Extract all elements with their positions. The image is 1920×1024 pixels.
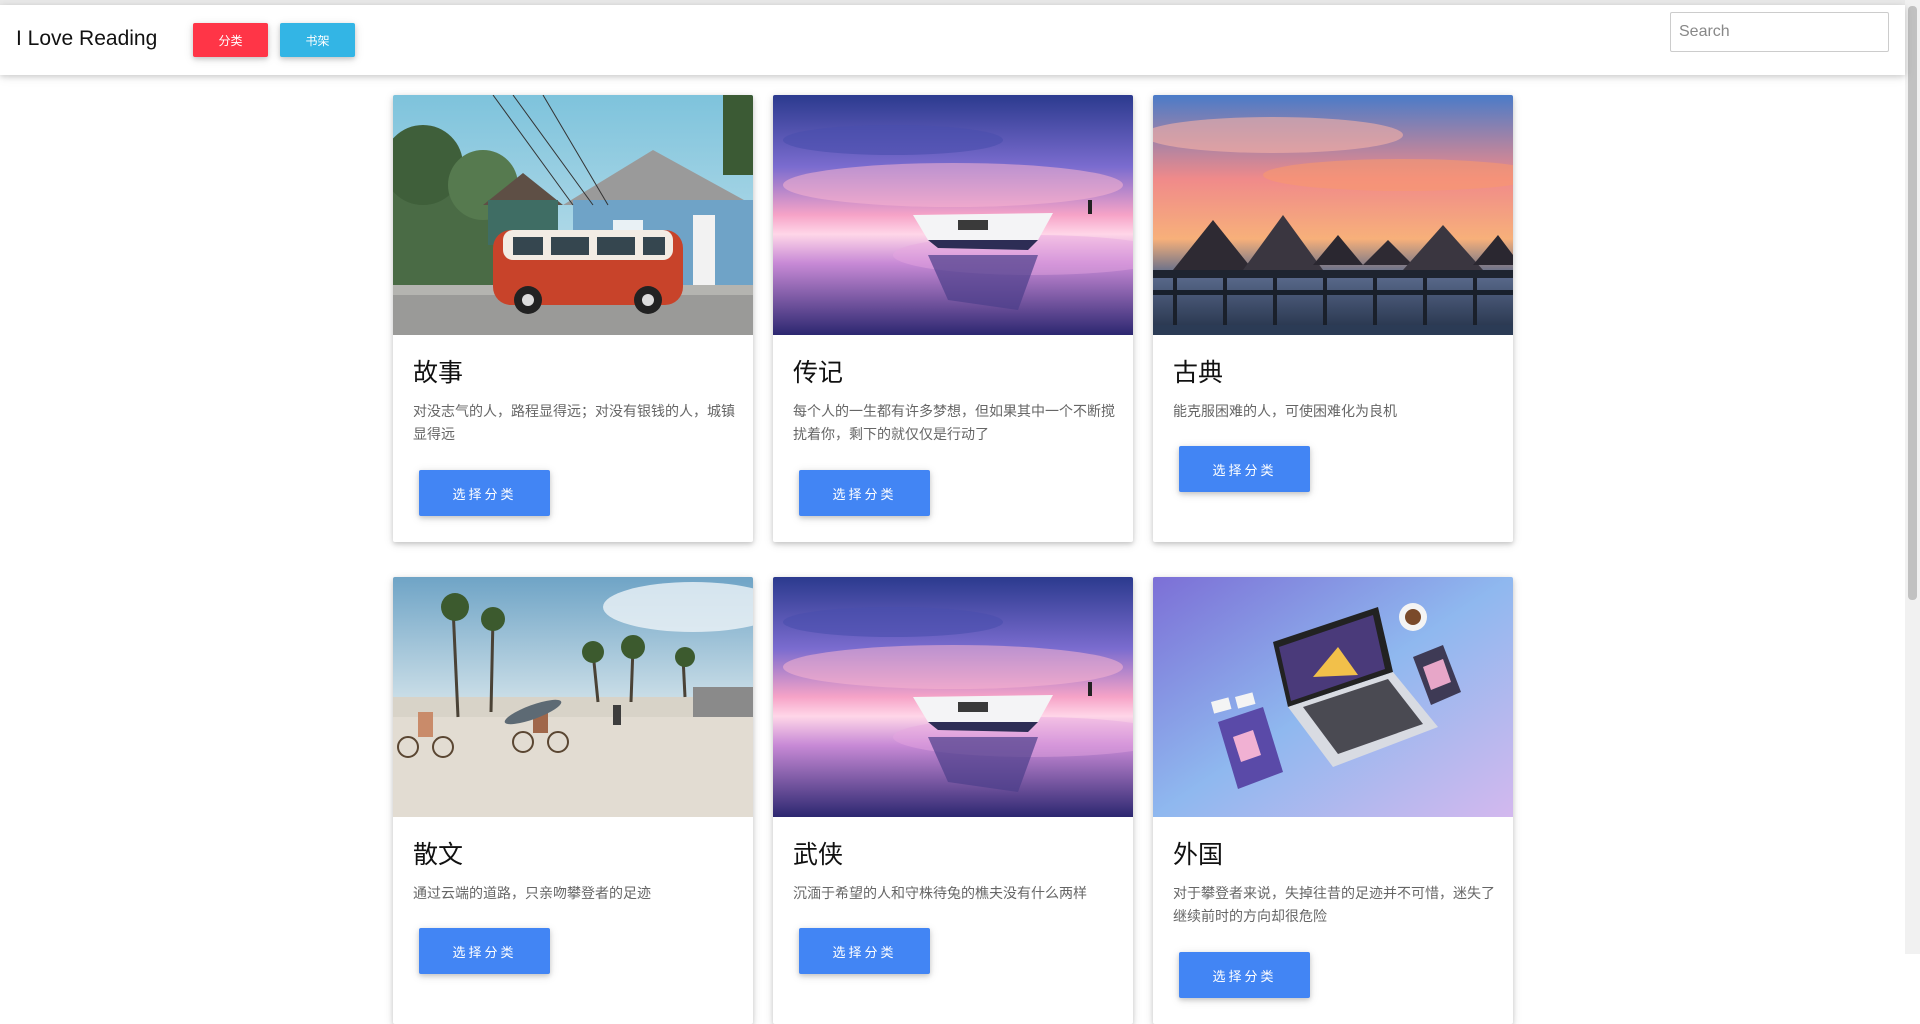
card-title: 古典	[1173, 358, 1224, 387]
category-card: 故事 对没志气的人，路程显得远；对没有银钱的人，城镇显得远 选择分类	[393, 95, 753, 542]
card-title: 武侠	[793, 840, 844, 869]
card-description: 通过云端的道路，只亲吻攀登者的足迹	[413, 886, 651, 902]
card-image-boat-sunset	[773, 577, 1133, 817]
category-card: 武侠 沉湎于希望的人和守株待兔的樵夫没有什么两样 选择分类	[773, 577, 1133, 1024]
category-card: 外国 对于攀登者来说，失掉往昔的足迹并不可惜，迷失了继续前时的方向却很危险 选择…	[1153, 577, 1513, 1024]
card-title: 传记	[793, 358, 844, 387]
card-image-laptop-mockup	[1153, 577, 1513, 817]
card-image-boat-sunset	[773, 95, 1133, 335]
card-description: 沉湎于希望的人和守株待兔的樵夫没有什么两样	[793, 886, 1087, 902]
card-image-van-street	[393, 95, 753, 335]
category-card: 传记 每个人的一生都有许多梦想，但如果其中一个不断搅扰着你，剩下的就仅仅是行动了…	[773, 95, 1133, 542]
card-description: 对没志气的人，路程显得远；对没有银钱的人，城镇显得远	[413, 404, 735, 443]
select-category-button[interactable]: 选择分类	[799, 470, 930, 516]
category-button[interactable]: 分类	[193, 23, 268, 57]
category-card: 散文 通过云端的道路，只亲吻攀登者的足迹 选择分类	[393, 577, 753, 1024]
select-category-button[interactable]: 选择分类	[419, 470, 550, 516]
card-image-overwater-bungalows	[1153, 95, 1513, 335]
card-title: 故事	[413, 358, 464, 387]
scrollbar-thumb[interactable]	[1908, 6, 1917, 600]
select-category-button[interactable]: 选择分类	[799, 928, 930, 974]
card-description: 能克服困难的人，可使困难化为良机	[1173, 404, 1397, 420]
card-title: 散文	[413, 840, 464, 869]
select-category-button[interactable]: 选择分类	[1179, 446, 1310, 492]
select-category-button[interactable]: 选择分类	[419, 928, 550, 974]
select-category-button[interactable]: 选择分类	[1179, 952, 1310, 998]
bookshelf-button[interactable]: 书架	[280, 23, 355, 57]
card-description: 每个人的一生都有许多梦想，但如果其中一个不断搅扰着你，剩下的就仅仅是行动了	[793, 404, 1115, 443]
card-image-beach-cyclists	[393, 577, 753, 817]
card-description: 对于攀登者来说，失掉往昔的足迹并不可惜，迷失了继续前时的方向却很危险	[1173, 886, 1495, 925]
card-title: 外国	[1173, 840, 1224, 869]
top-navbar: I Love Reading 分类 书架	[0, 5, 1905, 75]
category-card: 古典 能克服困难的人，可使困难化为良机 选择分类	[1153, 95, 1513, 542]
search-input[interactable]	[1670, 12, 1889, 52]
brand-logo[interactable]: I Love Reading	[16, 27, 157, 51]
